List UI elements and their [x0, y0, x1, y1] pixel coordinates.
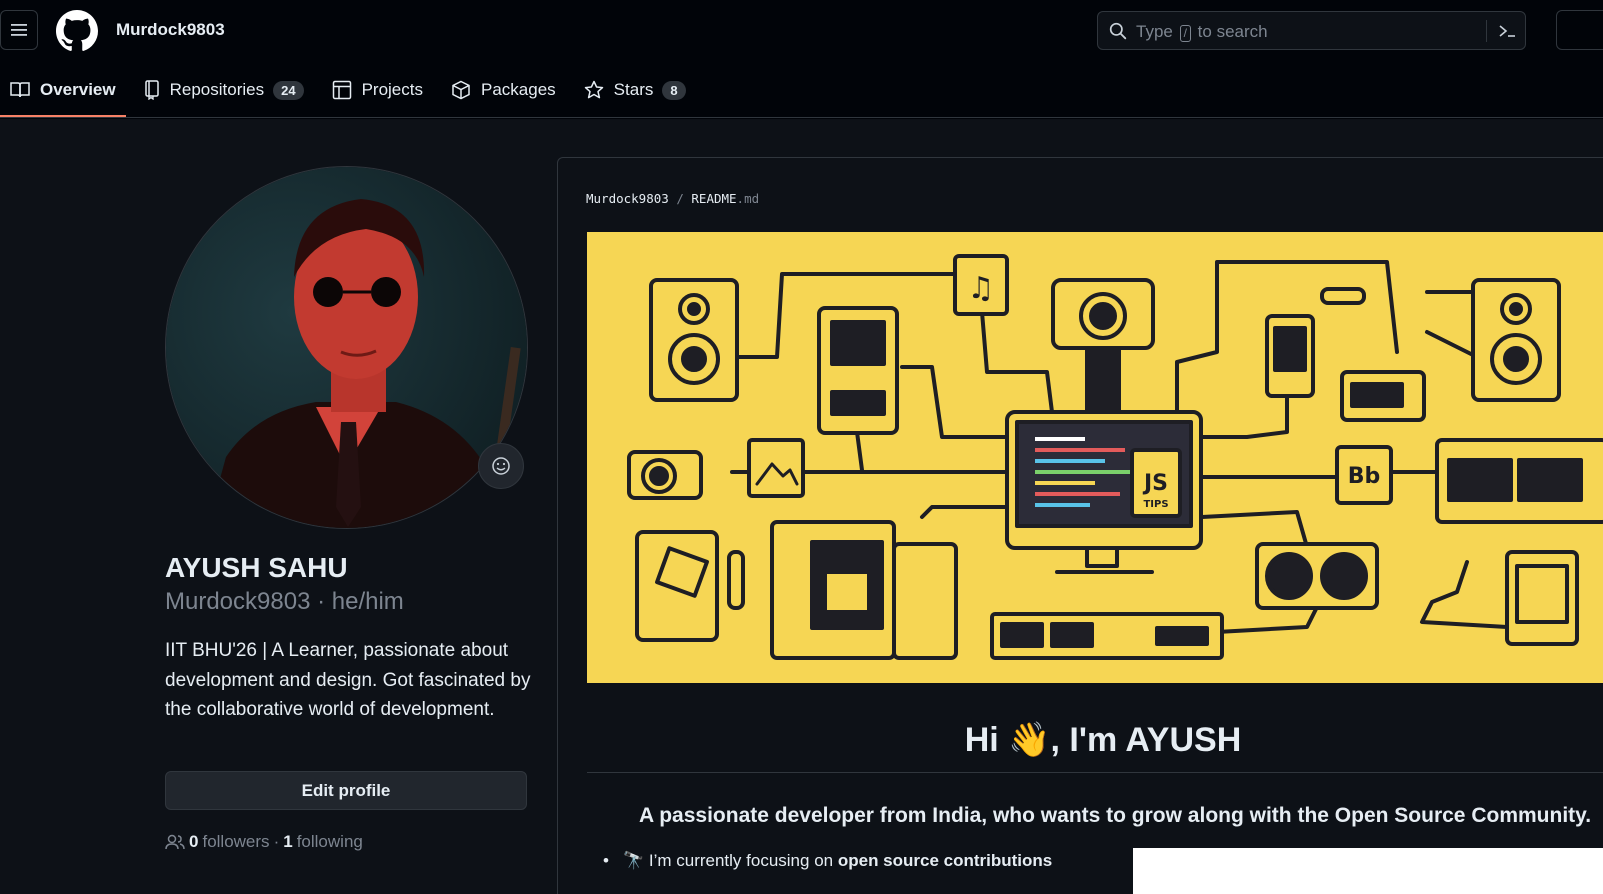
banner-tips-text: TIPS [1143, 499, 1168, 510]
followers-count: 0 [189, 832, 199, 851]
package-icon [451, 80, 471, 100]
top-header: Murdock9803 Type / to search Overview Re… [0, 0, 1603, 118]
search-placeholder: Type / to search [1136, 22, 1268, 42]
github-logo-icon[interactable] [56, 10, 98, 52]
search-input[interactable]: Type / to search [1097, 11, 1526, 50]
banner-bb-text: Bb [1348, 464, 1381, 489]
people-icon [165, 834, 185, 850]
bullet-dot: • [603, 851, 609, 870]
command-palette-icon[interactable] [1497, 21, 1517, 41]
tab-packages[interactable]: Packages [441, 72, 566, 108]
following-link[interactable]: 1 following [283, 832, 363, 852]
profile-name: AYUSH SAHU [165, 552, 348, 583]
tab-packages-label: Packages [481, 80, 556, 99]
readme-file-link[interactable]: README [691, 191, 736, 206]
profile-username: Murdock9803 [165, 588, 311, 615]
wave-icon: 👋 [1008, 721, 1051, 759]
tab-repositories-label: Repositories [169, 80, 265, 99]
follow-stats: 0 followers · 1 following [165, 832, 363, 852]
profile-tabs: Overview Repositories 24 Projects Packag… [0, 72, 704, 118]
search-icon [1109, 22, 1127, 40]
tab-stars[interactable]: Stars 8 [574, 72, 696, 108]
breadcrumb-slash: / [676, 191, 684, 206]
tab-overview-label: Overview [40, 80, 116, 99]
set-status-button[interactable] [478, 443, 524, 489]
smiley-icon [492, 457, 510, 475]
follow-dot: · [273, 832, 280, 851]
repo-icon [144, 80, 160, 100]
stars-count-badge: 8 [662, 80, 686, 100]
svg-text:♫: ♫ [968, 271, 995, 306]
menu-button[interactable] [0, 10, 38, 50]
greeting-name: , I'm AYUSH [1050, 721, 1242, 759]
tab-overview[interactable]: Overview [0, 72, 126, 117]
greeting-hi: Hi [964, 721, 999, 759]
readme-owner-link[interactable]: Murdock9803 [586, 191, 669, 206]
profile-bio: IIT BHU'26 | A Learner, passionate about… [165, 640, 531, 720]
hamburger-icon [11, 24, 27, 36]
tab-projects[interactable]: Projects [322, 72, 433, 108]
readme-banner-image: ♫ JS TIPS Bb [587, 232, 1603, 683]
avatar[interactable] [165, 166, 528, 529]
login-separator: · [317, 588, 326, 615]
search-divider [1486, 20, 1487, 42]
search-placeholder-prefix: Type [1136, 22, 1173, 41]
profile-pronouns: he/him [331, 588, 404, 615]
bullet-bold-text: open source contributions [837, 851, 1053, 870]
tab-projects-label: Projects [361, 80, 423, 99]
banner-js-text: JS [1142, 471, 1168, 496]
bullet-text: I’m currently focusing on [648, 851, 834, 870]
readme-greeting: Hi 👋, I'm AYUSH [587, 720, 1603, 760]
header-action-button[interactable] [1556, 10, 1603, 50]
search-placeholder-suffix: to search [1197, 22, 1268, 41]
readme-tagline: A passionate developer from India, who w… [639, 804, 1592, 827]
readme-breadcrumb: Murdock9803 / README.md [586, 191, 759, 206]
readme-file-ext: .md [736, 191, 760, 206]
readme-bullet-item: • 🔭 I’m currently focusing on open source… [603, 851, 1052, 871]
followers-label: followers [202, 832, 270, 851]
profile-login: Murdock9803 · he/him [165, 588, 404, 616]
table-icon [332, 80, 352, 100]
edit-profile-button[interactable]: Edit profile [165, 771, 527, 810]
telescope-icon: 🔭 [622, 851, 645, 870]
repositories-count-badge: 24 [273, 80, 304, 100]
header-username[interactable]: Murdock9803 [116, 20, 225, 40]
book-icon [10, 81, 30, 99]
readme-stats-image [1133, 848, 1603, 894]
following-count: 1 [283, 832, 293, 851]
star-icon [584, 80, 604, 100]
greeting-divider [587, 772, 1603, 773]
following-label: following [296, 832, 363, 851]
followers-link[interactable]: 0 followers [189, 832, 270, 852]
slash-key-hint: / [1179, 25, 1191, 42]
tab-repositories[interactable]: Repositories 24 [134, 72, 314, 108]
tab-stars-label: Stars [613, 80, 654, 99]
